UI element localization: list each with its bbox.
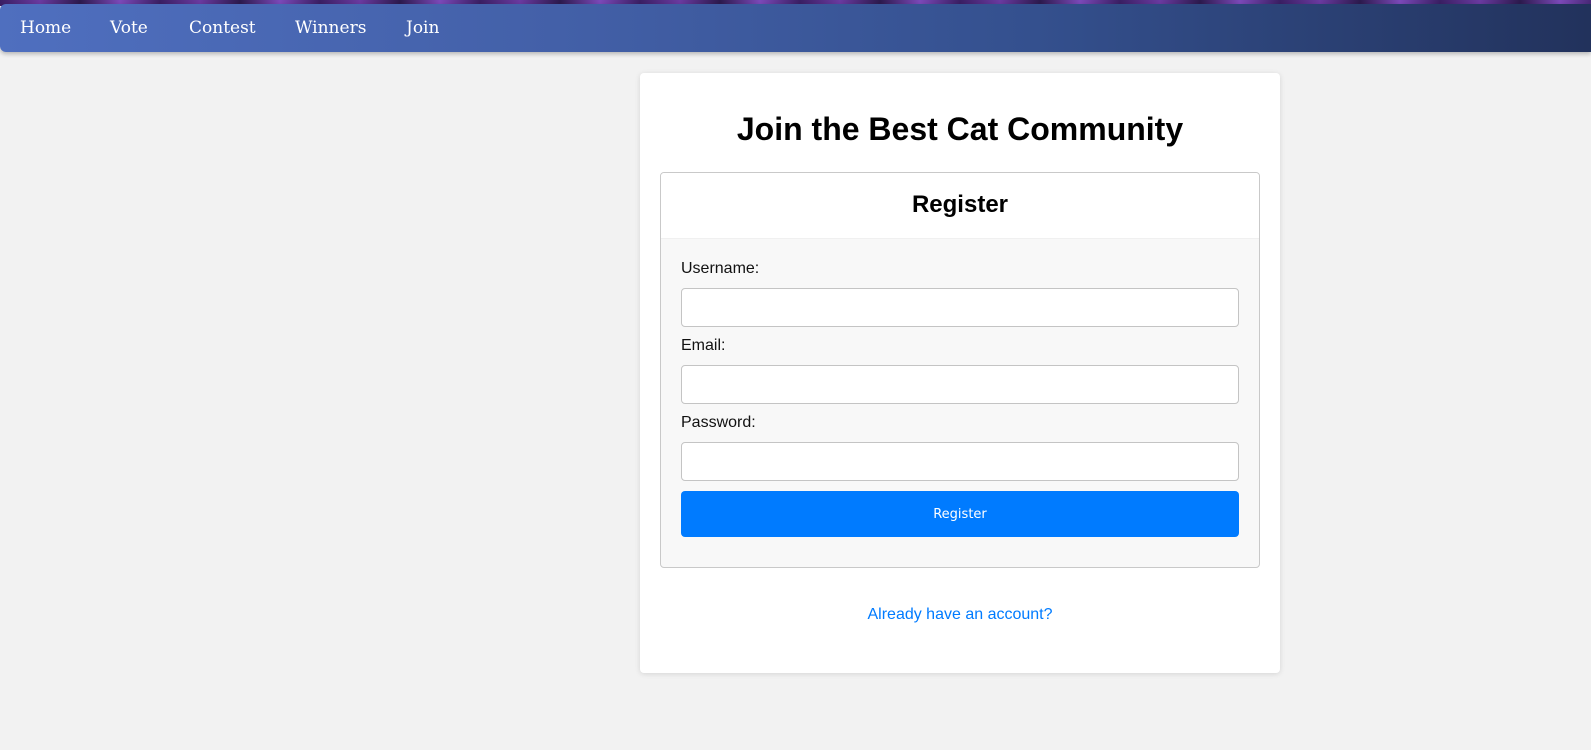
email-input[interactable] — [681, 365, 1239, 404]
password-input[interactable] — [681, 442, 1239, 481]
register-button[interactable]: Register — [681, 491, 1239, 537]
registration-card: Join the Best Cat Community Register Use… — [640, 73, 1280, 673]
nav-home-link[interactable]: Home — [20, 4, 71, 52]
nav-contest-link[interactable]: Contest — [189, 4, 256, 52]
form-title: Register — [911, 191, 1009, 218]
form-header: Register — [661, 173, 1259, 239]
nav-winners-link[interactable]: Winners — [295, 4, 366, 52]
nav-vote-link[interactable]: Vote — [110, 4, 148, 52]
nav-join-link[interactable]: Join — [406, 4, 439, 52]
login-link[interactable]: Already have an account? — [640, 606, 1280, 624]
username-input[interactable] — [681, 288, 1239, 327]
username-label: Username: — [681, 260, 760, 277]
page-title: Join the Best Cat Community — [736, 111, 1184, 147]
register-form: Register Username: Email: Password: Regi… — [660, 172, 1260, 568]
email-label: Email: — [681, 337, 726, 354]
main-navbar: Home Vote Contest Winners Join — [0, 4, 1591, 52]
password-label: Password: — [681, 414, 756, 431]
